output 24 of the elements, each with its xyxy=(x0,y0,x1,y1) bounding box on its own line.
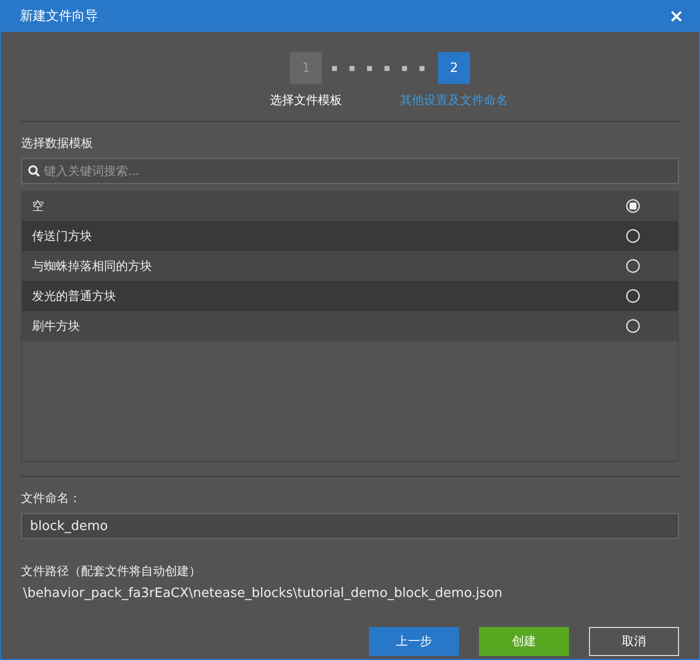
window-title: 新建文件向导 xyxy=(20,8,98,25)
close-button[interactable]: × xyxy=(666,6,686,26)
step-label: 其他设置及文件命名 xyxy=(400,92,508,109)
dialog-button[interactable]: 取消 xyxy=(589,627,679,656)
radio-button[interactable] xyxy=(626,319,640,333)
radio-button[interactable] xyxy=(626,229,640,243)
radio-button[interactable] xyxy=(626,289,640,303)
file-path: \behavior_pack_fa3rEaCX\netease_blocks\tutorial_demo_block_demo.json xyxy=(22,586,504,601)
template-item[interactable]: 发光的普通方块 xyxy=(22,281,678,311)
template-item[interactable]: 与蜘蛛掉落相同的方块 xyxy=(22,251,678,281)
template-item[interactable]: 刷牛方块 xyxy=(22,311,678,341)
field-label: 文件命名： xyxy=(21,490,82,507)
file-name-field[interactable]: block_demo xyxy=(21,513,679,539)
step-label: 选择文件模板 xyxy=(270,92,342,109)
template-item[interactable]: 传送门方块 xyxy=(22,221,678,251)
step-number: 2 xyxy=(438,52,470,84)
radio-button[interactable] xyxy=(626,199,640,213)
template-item[interactable]: 空 xyxy=(22,191,678,221)
search-field[interactable]: 键入关键词搜索... xyxy=(21,158,679,184)
dialog-button[interactable]: 上一步 xyxy=(369,627,459,656)
search-icon xyxy=(28,165,40,177)
radio-button[interactable] xyxy=(626,259,640,273)
section-label: 选择数据模板 xyxy=(21,135,94,152)
path-label: 文件路径（配套文件将自动创建） xyxy=(21,563,202,580)
